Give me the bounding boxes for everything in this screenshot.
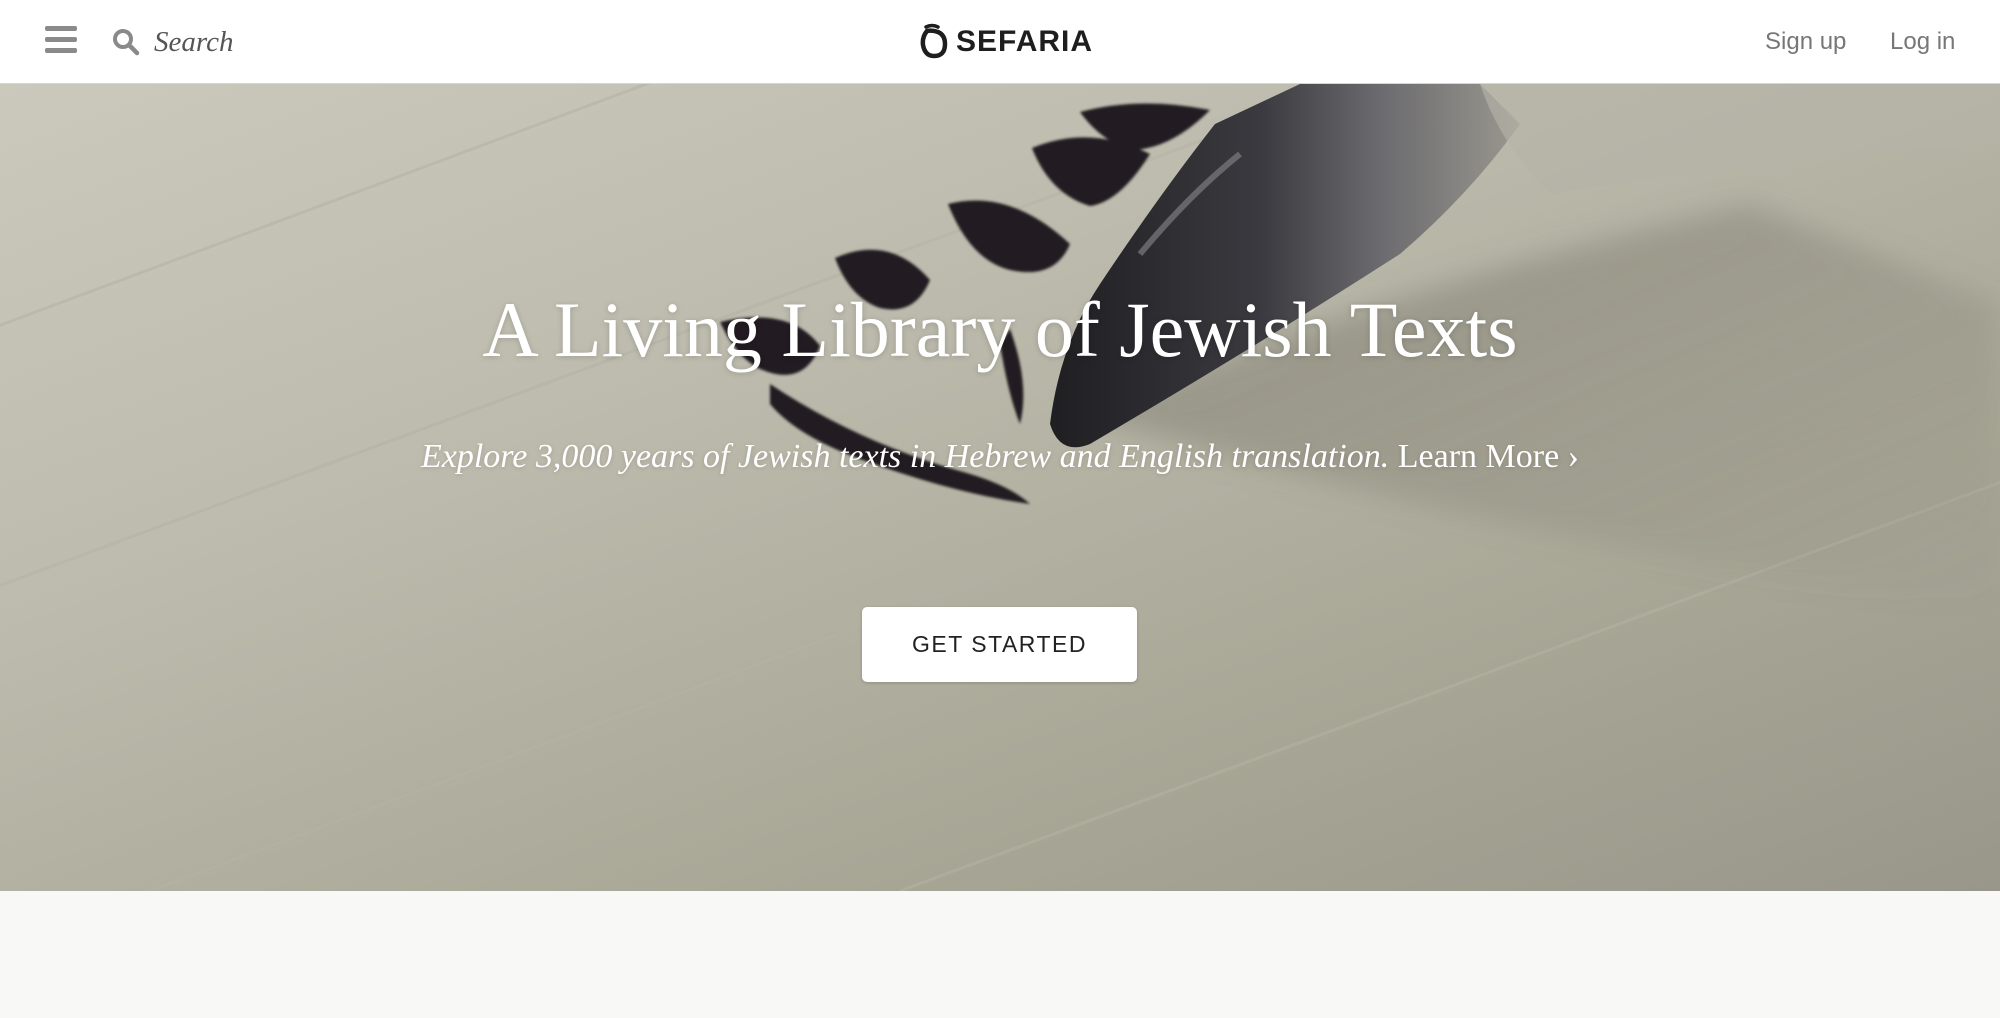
hero-banner: A Living Library of Jewish Texts Explore… <box>0 84 2000 891</box>
calligraphy-pen-image <box>0 84 2000 891</box>
get-started-button[interactable]: GET STARTED <box>862 607 1137 682</box>
hero-subtitle: Explore 3,000 years of Jewish texts in H… <box>0 434 2000 480</box>
page-content-area <box>0 891 2000 1018</box>
sefaria-logo-icon <box>920 23 948 59</box>
search-placeholder: Search <box>154 26 234 58</box>
top-navigation-bar: Search SEFARIA Sign up Log in <box>0 0 2000 84</box>
menu-line <box>45 48 77 53</box>
hero-tagline: Explore 3,000 years of Jewish texts in H… <box>420 438 1390 475</box>
logo-wordmark: SEFARIA <box>956 25 1094 58</box>
learn-more-link[interactable]: Learn More › <box>1398 438 1579 475</box>
hamburger-menu-icon[interactable] <box>42 24 80 56</box>
menu-line <box>45 26 77 31</box>
log-in-link[interactable]: Log in <box>1890 24 1955 60</box>
search-icon <box>113 29 140 56</box>
search-box[interactable]: Search <box>110 22 370 62</box>
sefaria-logo[interactable]: SEFARIA <box>916 22 1092 62</box>
menu-line <box>45 37 77 42</box>
hero-title: A Living Library of Jewish Texts <box>482 286 1518 373</box>
sign-up-link[interactable]: Sign up <box>1765 24 1846 60</box>
